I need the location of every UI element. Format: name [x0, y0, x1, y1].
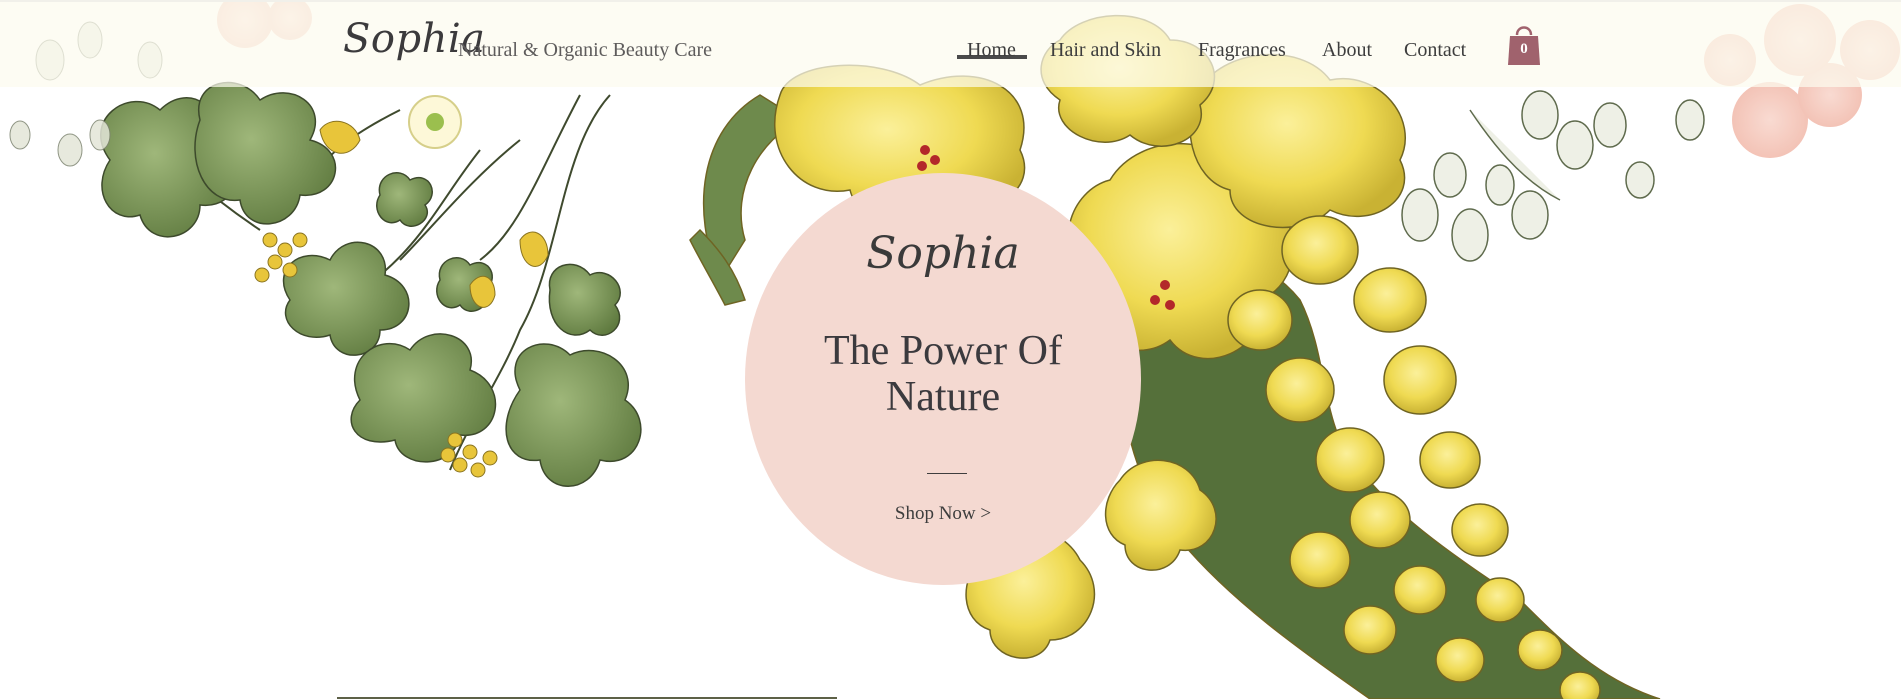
cart-count: 0: [1520, 41, 1528, 57]
nav-hair-and-skin[interactable]: Hair and Skin: [1050, 39, 1161, 62]
nav-contact[interactable]: Contact: [1404, 39, 1466, 62]
nav-home[interactable]: Home: [967, 39, 1016, 62]
left-leaves: [100, 81, 642, 487]
hero-divider: [927, 473, 967, 474]
nav-fragrances[interactable]: Fragrances: [1198, 39, 1286, 62]
daisy-flower: [408, 95, 462, 149]
shop-now-button[interactable]: Shop Now >: [745, 503, 1141, 525]
hero-script-logo: Sophia: [866, 228, 1020, 279]
site-header: Sophia Natural & Organic Beauty Care Hom…: [0, 0, 1901, 87]
nav-about[interactable]: About: [1322, 39, 1372, 62]
hero-title: The Power Of Nature: [824, 328, 1062, 420]
right-bell-flowers: [1401, 90, 1705, 262]
hero-circle: Sophia The Power Of Nature Shop Now >: [745, 173, 1141, 585]
main-nav: Home Hair and Skin Fragrances About Cont…: [0, 39, 1901, 69]
cart-button[interactable]: 0: [1506, 23, 1542, 67]
